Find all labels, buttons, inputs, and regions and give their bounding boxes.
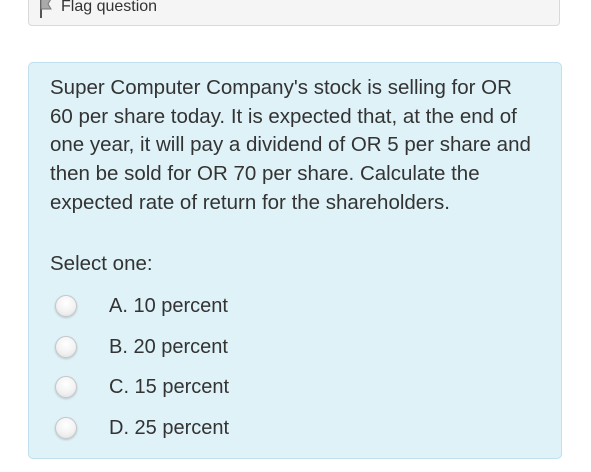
radio-button-c[interactable]	[55, 376, 77, 399]
radio-button-a[interactable]	[55, 295, 77, 318]
answer-option-c[interactable]: C. 15 percent	[55, 367, 535, 408]
answer-option-d[interactable]: D. 25 percent	[55, 408, 535, 449]
radio-button-b[interactable]	[55, 335, 77, 358]
answer-label-c[interactable]: C. 15 percent	[109, 375, 229, 399]
answer-list: A. 10 percent B. 20 percent C. 15 percen…	[55, 286, 535, 448]
answer-label-a[interactable]: A. 10 percent	[109, 294, 228, 318]
flag-question-link[interactable]: Flag question	[39, 0, 157, 18]
question-info-panel: Flag question	[28, 0, 560, 26]
answer-label-d[interactable]: D. 25 percent	[109, 416, 229, 440]
question-text: Super Computer Company's stock is sellin…	[50, 76, 531, 214]
radio-button-d[interactable]	[55, 416, 77, 439]
question-text-box: Super Computer Company's stock is sellin…	[28, 62, 562, 459]
answer-label-b[interactable]: B. 20 percent	[109, 335, 228, 359]
flag-question-label[interactable]: Flag question	[61, 0, 157, 16]
answer-option-a[interactable]: A. 10 percent	[55, 286, 535, 327]
select-one-prompt: Select one:	[50, 252, 153, 275]
quiz-page: Flag question Super Computer Company's s…	[0, 0, 591, 472]
answer-option-b[interactable]: B. 20 percent	[55, 327, 535, 368]
flag-icon	[39, 0, 53, 18]
